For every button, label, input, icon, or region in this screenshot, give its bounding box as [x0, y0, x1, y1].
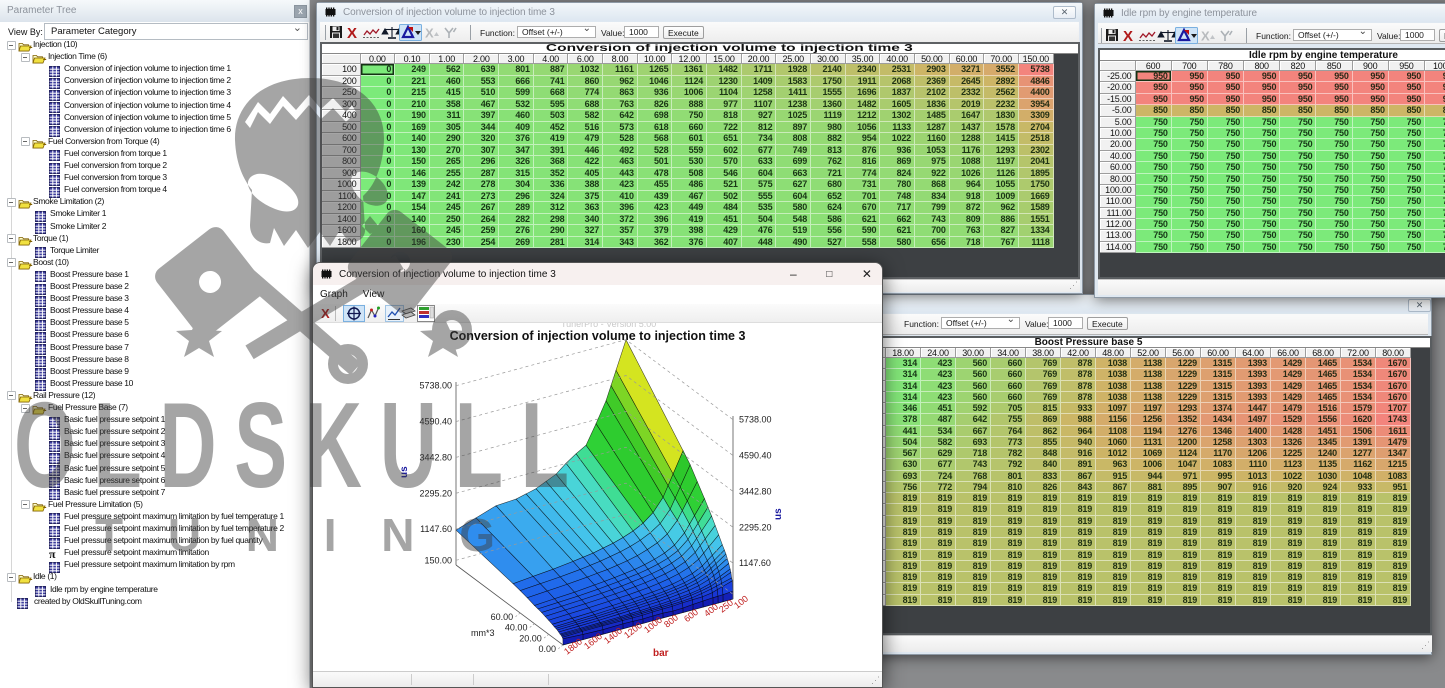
svg-text:20.00: 20.00 [519, 633, 542, 643]
svg-text:5738.00: 5738.00 [419, 381, 452, 391]
svg-text:0.00: 0.00 [538, 644, 556, 654]
svg-text:X: X [425, 26, 434, 41]
svg-text:1147.60: 1147.60 [739, 558, 771, 568]
svg-text:1147.60: 1147.60 [420, 524, 452, 534]
svg-text:X: X [1123, 28, 1133, 44]
svg-text:us: us [399, 466, 410, 478]
svg-text:40.00: 40.00 [505, 623, 528, 633]
svg-text:X: X [347, 25, 357, 41]
svg-text:5738.00: 5738.00 [739, 415, 772, 425]
svg-text:X: X [1201, 29, 1210, 44]
svg-text:us: us [773, 508, 784, 520]
svg-text:4590.40: 4590.40 [739, 451, 772, 461]
svg-text:60.00: 60.00 [491, 612, 514, 622]
svg-text:2295.20: 2295.20 [419, 488, 452, 498]
svg-text:3442.80: 3442.80 [419, 452, 452, 462]
svg-text:100: 100 [732, 593, 750, 610]
svg-text:bar: bar [653, 648, 669, 659]
svg-text:3442.80: 3442.80 [739, 486, 772, 496]
svg-text:150.00: 150.00 [424, 555, 452, 565]
svg-text:2295.20: 2295.20 [739, 522, 772, 532]
svg-text:4590.40: 4590.40 [419, 417, 452, 427]
svg-text:mm*3: mm*3 [471, 628, 495, 638]
